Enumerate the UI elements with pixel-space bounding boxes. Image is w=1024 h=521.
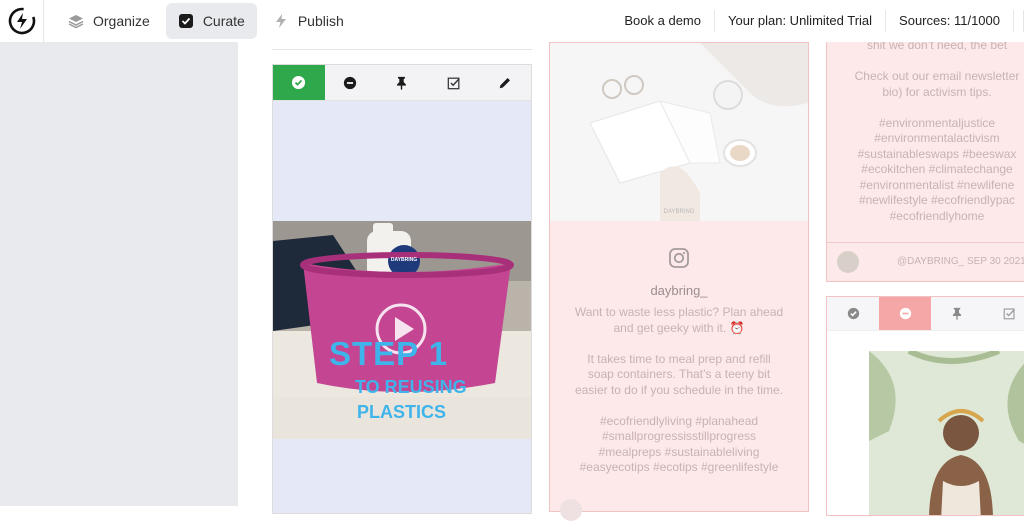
portrait-photo <box>869 351 1024 515</box>
select-button[interactable] <box>428 65 480 100</box>
avatar <box>837 250 859 273</box>
checkbox-outline-icon <box>447 77 460 89</box>
sources-link[interactable]: Sources: 11/1000 <box>886 10 1014 32</box>
video-caption-big: STEP 1 <box>329 335 449 372</box>
reject-button[interactable] <box>879 297 931 330</box>
approve-button[interactable] <box>827 297 879 330</box>
post-card-rejected-2[interactable]: shit we don’t need, the bet Check out ou… <box>826 42 1024 282</box>
post-image <box>869 351 1024 515</box>
pencil-icon <box>499 77 511 88</box>
nav-curate-label: Curate <box>202 13 245 29</box>
post-card-3[interactable] <box>826 296 1024 516</box>
flatlay-photo <box>550 43 808 221</box>
video-caption-line2: PLASTICS <box>357 402 447 422</box>
post-caption: Want to waste less plastic? Plan ahead a… <box>574 305 784 474</box>
bottle-label: DAYBRING <box>390 257 418 263</box>
nav-organize-label: Organize <box>93 13 150 29</box>
post-handle: daybring_ <box>650 283 708 298</box>
column-divider <box>272 42 532 50</box>
nav-organize[interactable]: Organize <box>56 3 162 39</box>
post-card-rejected[interactable]: DAYBRING daybring_ Want to waste less pl… <box>549 42 809 521</box>
card-toolbar <box>827 297 1024 331</box>
post-footer: @DAYBRING_ SEP 30 2021 <box>827 242 1024 280</box>
checkbox-icon <box>178 13 194 29</box>
book-demo-link[interactable]: Book a demo <box>611 10 715 32</box>
minus-circle-icon <box>899 307 911 320</box>
bolt-icon <box>273 13 289 29</box>
minus-circle-icon <box>344 76 357 89</box>
checkbox-outline-icon <box>1003 308 1015 320</box>
pin-button[interactable] <box>376 65 428 100</box>
nav-publish[interactable]: Publish <box>261 3 356 39</box>
header-links: Book a demo Your plan: Unlimited Trial S… <box>611 0 1024 42</box>
pin-icon <box>397 76 407 90</box>
left-panel <box>0 42 238 506</box>
main-nav: Organize Curate Publish <box>56 3 356 39</box>
avatar <box>560 499 582 521</box>
post-card-approved[interactable]: DAYBRING STEP 1 TO REUSING PLASTICS <box>272 64 532 514</box>
nav-publish-label: Publish <box>297 13 344 29</box>
pin-icon <box>952 307 962 320</box>
post-meta: @DAYBRING_ SEP 30 2021 <box>897 256 1024 267</box>
approve-button[interactable] <box>273 65 325 100</box>
top-nav: Organize Curate Publish Book a demo Your… <box>0 0 1024 42</box>
logo-icon <box>8 7 35 35</box>
post-image: DAYBRING <box>550 43 808 221</box>
video-thumbnail[interactable]: DAYBRING STEP 1 TO REUSING PLASTICS <box>273 221 531 439</box>
check-circle-icon <box>292 75 306 90</box>
app-logo[interactable] <box>0 0 44 42</box>
photo-brand: DAYBRING <box>663 209 695 215</box>
check-circle-icon <box>847 307 859 320</box>
plan-link[interactable]: Your plan: Unlimited Trial <box>715 10 887 32</box>
header-divider <box>1014 10 1024 32</box>
video-caption-line1: TO REUSING <box>355 377 467 397</box>
pin-button[interactable] <box>931 297 983 330</box>
reject-button[interactable] <box>325 65 377 100</box>
card-toolbar <box>273 65 531 101</box>
post-caption-2: shit we don’t need, the bet Check out ou… <box>854 42 1020 223</box>
instagram-icon <box>668 247 690 274</box>
nav-curate[interactable]: Curate <box>165 3 257 39</box>
layers-icon <box>68 13 84 29</box>
edit-button[interactable] <box>479 65 531 100</box>
select-button[interactable] <box>983 297 1024 330</box>
